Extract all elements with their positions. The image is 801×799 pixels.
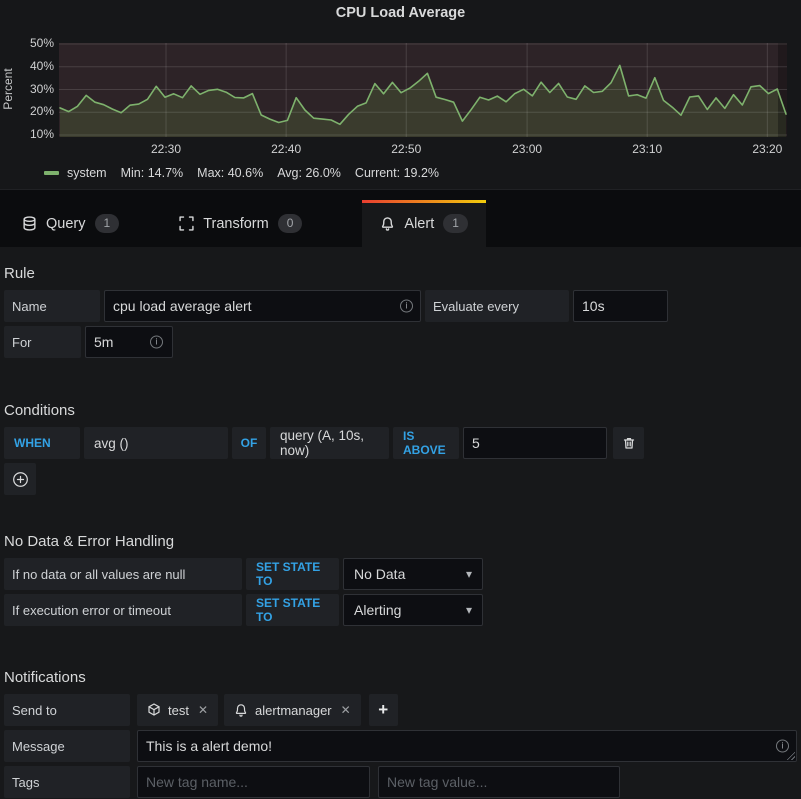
no-data-row: If no data or all values are null SET ST…	[4, 558, 797, 590]
message-label: Message	[4, 730, 130, 762]
tab-alert-label: Alert	[404, 216, 434, 232]
tab-alert-count: 1	[443, 214, 468, 233]
rule-row-2: For i	[4, 326, 797, 358]
y-tick-label: 50%	[0, 36, 54, 50]
bell-icon	[380, 216, 395, 231]
condition-row: WHEN avg () OF query (A, 10s, now) IS AB…	[4, 427, 797, 459]
chart-legend: system Min: 14.7% Max: 40.6% Avg: 26.0% …	[44, 166, 439, 180]
delete-condition-button[interactable]	[613, 427, 644, 459]
rule-heading: Rule	[4, 265, 797, 282]
tab-transform[interactable]: Transform 0	[161, 200, 320, 247]
plus-circle-icon	[12, 471, 29, 488]
exec-error-label: If execution error or timeout	[4, 594, 242, 626]
x-tick-label: 23:20	[737, 142, 797, 156]
trash-icon	[622, 436, 636, 450]
no-data-label: If no data or all values are null	[4, 558, 242, 590]
exec-error-state-select[interactable]: Alerting ▾	[343, 594, 483, 626]
tab-alert[interactable]: Alert 1	[362, 200, 486, 247]
x-tick-label: 22:50	[376, 142, 436, 156]
rule-name-label: Name	[4, 290, 100, 322]
legend-stat-max: Max: 40.6%	[197, 166, 263, 180]
editor-tab-bar: Query 1 Transform 0 Alert 1	[0, 190, 801, 247]
tab-query[interactable]: Query 1	[4, 200, 137, 247]
tab-transform-count: 0	[278, 214, 303, 233]
send-to-label: Send to	[4, 694, 130, 726]
send-to-row: Send to test ✕ alertmanager ✕ +	[4, 694, 797, 726]
info-icon[interactable]: i	[776, 740, 789, 753]
alert-tab-content: Rule Name i Evaluate every For i Conditi…	[0, 265, 801, 798]
no-data-heading: No Data & Error Handling	[4, 533, 797, 550]
add-channel-button[interactable]: +	[369, 694, 398, 726]
y-tick-label: 10%	[0, 127, 54, 141]
cpu-load-panel: CPU Load Average Percent 50%40%30%20%10%…	[0, 0, 801, 190]
tag-name-input[interactable]	[137, 766, 370, 798]
message-row: Message This is a alert demo! i	[4, 730, 797, 762]
x-tick-label: 23:00	[497, 142, 557, 156]
y-tick-label: 40%	[0, 59, 54, 73]
tags-row: Tags	[4, 766, 797, 798]
x-tick-label: 22:30	[136, 142, 196, 156]
legend-series-dash	[44, 171, 59, 175]
evaluate-every-label: Evaluate every	[425, 290, 569, 322]
transform-icon	[179, 216, 194, 231]
chart-plot-area[interactable]	[59, 43, 787, 137]
legend-stat-min: Min: 14.7%	[121, 166, 184, 180]
no-data-set-state-button[interactable]: SET STATE TO	[246, 558, 339, 590]
close-icon[interactable]: ✕	[198, 703, 208, 717]
channel-chip-alertmanager[interactable]: alertmanager ✕	[224, 694, 361, 726]
rule-row-1: Name i Evaluate every	[4, 290, 797, 322]
exec-error-set-state-button[interactable]: SET STATE TO	[246, 594, 339, 626]
y-tick-label: 20%	[0, 104, 54, 118]
chevron-down-icon: ▾	[466, 603, 472, 617]
condition-aggregation-button[interactable]: avg ()	[84, 427, 228, 459]
message-textarea[interactable]: This is a alert demo!	[137, 730, 797, 762]
add-condition-row	[4, 463, 797, 495]
cube-icon	[147, 703, 161, 717]
no-data-state-select[interactable]: No Data ▾	[343, 558, 483, 590]
condition-of-button[interactable]: OF	[232, 427, 266, 459]
tab-transform-label: Transform	[203, 216, 269, 232]
conditions-heading: Conditions	[4, 402, 797, 419]
tab-query-label: Query	[46, 216, 86, 232]
legend-stat-current: Current: 19.2%	[355, 166, 439, 180]
database-icon	[22, 216, 37, 231]
condition-threshold-input[interactable]	[463, 427, 607, 459]
exec-error-row: If execution error or timeout SET STATE …	[4, 594, 797, 626]
condition-operator-button[interactable]: IS ABOVE	[393, 427, 459, 459]
evaluate-every-input[interactable]	[573, 290, 668, 322]
info-icon[interactable]: i	[400, 300, 413, 313]
tag-value-input[interactable]	[378, 766, 620, 798]
for-label: For	[4, 326, 81, 358]
y-tick-label: 30%	[0, 82, 54, 96]
chevron-down-icon: ▾	[466, 567, 472, 581]
cpu-line-chart	[59, 43, 787, 137]
notifications-heading: Notifications	[4, 669, 797, 686]
condition-when-button[interactable]: WHEN	[4, 427, 80, 459]
add-condition-button[interactable]	[4, 463, 36, 495]
rule-name-input[interactable]	[104, 290, 421, 322]
x-tick-label: 22:40	[256, 142, 316, 156]
bell-icon	[234, 703, 248, 717]
panel-title[interactable]: CPU Load Average	[0, 5, 801, 21]
tags-label: Tags	[4, 766, 130, 798]
info-icon[interactable]: i	[150, 336, 163, 349]
legend-series-name[interactable]: system	[67, 166, 107, 180]
legend-stat-avg: Avg: 26.0%	[277, 166, 341, 180]
close-icon[interactable]: ✕	[341, 703, 351, 717]
tab-query-count: 1	[95, 214, 120, 233]
condition-query-button[interactable]: query (A, 10s, now)	[270, 427, 389, 459]
x-tick-label: 23:10	[617, 142, 677, 156]
channel-chip-test[interactable]: test ✕	[137, 694, 218, 726]
